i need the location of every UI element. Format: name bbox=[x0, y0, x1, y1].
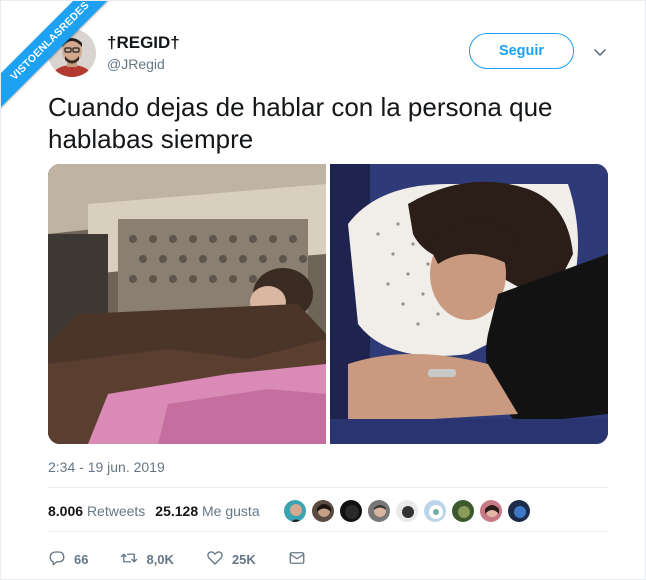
message-button[interactable] bbox=[288, 549, 306, 570]
liker-avatar[interactable] bbox=[479, 499, 503, 523]
retweet-count: 8,0K bbox=[146, 552, 174, 567]
likes-label: Me gusta bbox=[202, 503, 260, 519]
like-count: 25K bbox=[231, 552, 256, 567]
tweet-actions: 66 8,0K 25K bbox=[48, 549, 338, 570]
retweets-count: 8.006 bbox=[48, 503, 84, 519]
reply-icon bbox=[48, 549, 66, 570]
divider bbox=[48, 531, 608, 532]
likes-stat[interactable]: 25.128 Me gusta bbox=[155, 503, 259, 519]
liker-avatar[interactable] bbox=[367, 499, 391, 523]
retweets-stat[interactable]: 8.006 Retweets bbox=[48, 503, 145, 519]
liker-avatar[interactable] bbox=[311, 499, 335, 523]
tweet-text: Cuando dejas de hablar con la persona qu… bbox=[48, 92, 553, 154]
user-handle[interactable]: @JRegid bbox=[107, 56, 165, 72]
retweets-label: Retweets bbox=[86, 503, 146, 519]
envelope-icon bbox=[288, 549, 306, 570]
like-button[interactable]: 25K bbox=[206, 549, 256, 570]
reply-button[interactable]: 66 bbox=[48, 549, 88, 570]
photo-left[interactable] bbox=[48, 164, 326, 444]
liker-avatar[interactable] bbox=[507, 499, 531, 523]
tweet-stats: 8.006 Retweets 25.128 Me gusta bbox=[48, 503, 260, 519]
display-name[interactable]: †REGID† bbox=[107, 33, 180, 53]
liker-avatar[interactable] bbox=[339, 499, 363, 523]
liker-avatar[interactable] bbox=[283, 499, 307, 523]
likes-count: 25.128 bbox=[155, 503, 199, 519]
retweet-icon bbox=[120, 549, 138, 570]
tweet-timestamp[interactable]: 2:34 - 19 jun. 2019 bbox=[48, 459, 165, 475]
tweet-card: VISTOENLASREDES †REGID† @JRegid Seguir C… bbox=[0, 0, 646, 580]
divider bbox=[48, 487, 608, 488]
watermark-ribbon: VISTOENLASREDES bbox=[1, 1, 111, 111]
watermark-text: VISTOENLASREDES bbox=[1, 1, 111, 111]
liker-avatars bbox=[283, 499, 531, 523]
photo-right[interactable] bbox=[330, 164, 608, 444]
liker-avatar[interactable] bbox=[423, 499, 447, 523]
tweet-media[interactable] bbox=[48, 164, 608, 444]
reply-count: 66 bbox=[74, 552, 89, 567]
liker-avatar[interactable] bbox=[395, 499, 419, 523]
retweet-button[interactable]: 8,0K bbox=[120, 549, 174, 570]
heart-icon bbox=[206, 549, 224, 570]
follow-button[interactable]: Seguir bbox=[469, 33, 574, 69]
liker-avatar[interactable] bbox=[451, 499, 475, 523]
chevron-down-icon[interactable] bbox=[591, 43, 609, 61]
